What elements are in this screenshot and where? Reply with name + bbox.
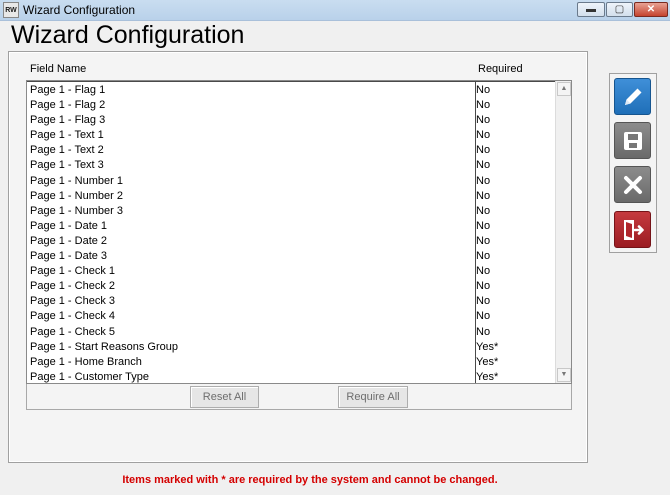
required-cell[interactable]: Yes* [476, 355, 498, 370]
scroll-up-button[interactable]: ▲ [557, 82, 571, 96]
x-icon [623, 175, 642, 194]
required-cell[interactable]: No [476, 83, 490, 98]
scroll-down-button[interactable]: ▼ [557, 368, 571, 382]
required-cell[interactable]: No [476, 204, 490, 219]
required-cell[interactable]: No [476, 234, 490, 249]
field-name-cell: Page 1 - Customer Type [30, 370, 150, 383]
require-all-button[interactable]: Require All [338, 386, 408, 408]
column-divider [475, 81, 476, 383]
field-name-cell: Page 1 - Start Reasons Group [30, 340, 178, 353]
page-title: Wizard Configuration [11, 21, 245, 49]
minimize-button[interactable]: ▬ [577, 2, 605, 17]
field-name-cell: Page 1 - Check 1 [30, 265, 115, 278]
column-header-field-name[interactable]: Field Name [30, 63, 86, 75]
edit-button[interactable] [614, 78, 651, 115]
field-name-cell: Page 1 - Date 2 [30, 234, 108, 247]
required-cell[interactable]: No [476, 279, 490, 294]
field-name-cell: Page 1 - Flag 2 [30, 99, 106, 112]
required-cell[interactable]: No [476, 309, 490, 324]
required-cell[interactable]: Yes* [476, 340, 498, 355]
vertical-scrollbar[interactable]: ▲ ▼ [555, 81, 571, 383]
app-logo-icon: RW [3, 2, 19, 18]
field-name-cell: Page 1 - Text 1 [30, 129, 104, 142]
field-name-cell: Page 1 - Flag 1 [30, 84, 106, 96]
required-cell[interactable]: No [476, 189, 490, 204]
required-cell[interactable]: No [476, 294, 490, 309]
field-name-cell: Page 1 - Check 4 [30, 310, 115, 323]
required-cell[interactable]: Yes* [476, 370, 498, 383]
required-note: Items marked with * are required by the … [122, 474, 498, 486]
field-name-cell: Page 1 - Text 2 [30, 144, 104, 157]
field-name-cell: Page 1 - Number 3 [30, 204, 123, 217]
exit-button[interactable] [614, 211, 651, 248]
field-name-cell: Page 1 - Number 2 [30, 189, 123, 202]
field-name-cell: Page 1 - Date 1 [30, 219, 108, 232]
required-cell[interactable]: No [476, 128, 490, 143]
field-name-cell: Page 1 - Date 3 [30, 250, 108, 263]
fields-table[interactable]: Page 1 - Flag 1 No Page 1 - Flag 2 No Page 1… [26, 80, 572, 384]
required-cell[interactable]: No [476, 219, 490, 234]
required-cell[interactable]: No [476, 158, 490, 173]
field-name-cell: Page 1 - Check 3 [30, 295, 115, 308]
required-cell[interactable]: No [476, 98, 490, 113]
cancel-button[interactable] [614, 166, 651, 203]
exit-door-icon [623, 219, 644, 240]
required-cell[interactable]: No [476, 113, 490, 128]
floppy-disk-icon [623, 131, 642, 150]
pencil-icon [624, 88, 641, 105]
reset-all-button[interactable]: Reset All [190, 386, 259, 408]
field-name-cell: Page 1 - Check 2 [30, 280, 115, 293]
button-bar [26, 384, 572, 410]
window-title: Wizard Configuration [23, 3, 136, 17]
field-name-cell: Page 1 - Text 3 [30, 159, 104, 172]
field-name-cell: Page 1 - Flag 3 [30, 114, 106, 127]
maximize-button[interactable]: ▢ [606, 2, 633, 17]
title-bar: RW Wizard Configuration ▬ ▢ ✕ [0, 0, 670, 21]
required-cell[interactable]: No [476, 249, 490, 264]
required-cell[interactable]: No [476, 174, 490, 189]
field-name-cell: Page 1 - Check 5 [30, 325, 115, 338]
field-name-cell: Page 1 - Home Branch [30, 355, 142, 368]
close-button[interactable]: ✕ [634, 2, 668, 17]
save-button[interactable] [614, 122, 651, 159]
column-header-required[interactable]: Required [478, 63, 523, 75]
required-cell[interactable]: No [476, 264, 490, 279]
field-name-cell: Page 1 - Number 1 [30, 174, 123, 187]
required-cell[interactable]: No [476, 143, 490, 158]
required-cell[interactable]: No [476, 325, 490, 340]
